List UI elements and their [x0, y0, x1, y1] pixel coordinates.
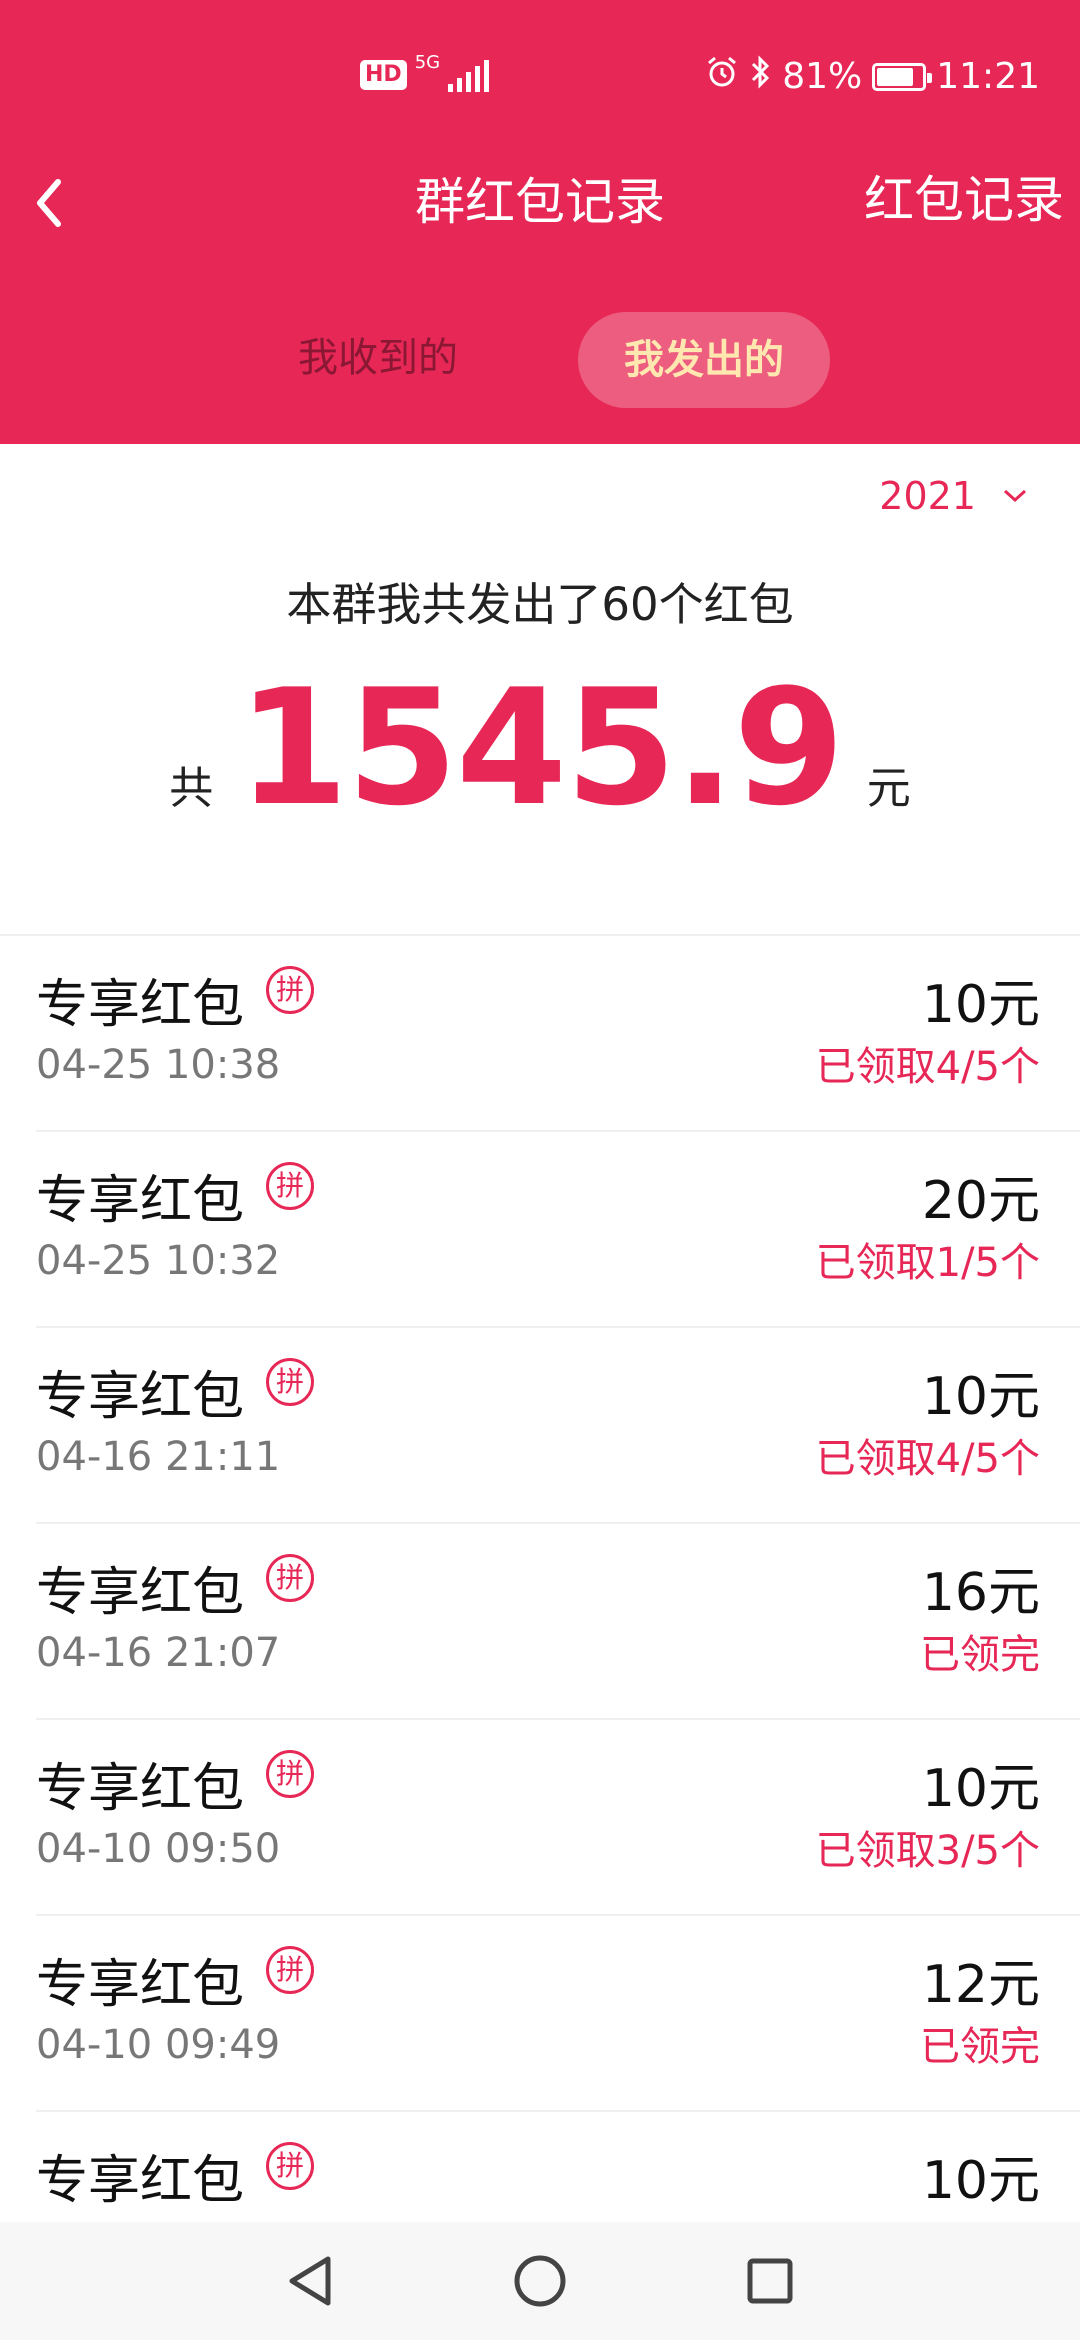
item-title: 专享红包: [36, 975, 245, 1035]
nav-home-icon: [514, 2255, 566, 2307]
red-packet-records-link[interactable]: 红包记录: [864, 168, 1064, 232]
item-title: 专享红包: [36, 1955, 245, 2015]
item-status: 已领取3/5个: [815, 1828, 1040, 1874]
clock: 11:21: [936, 56, 1040, 97]
group-badge-icon: 拼: [266, 1750, 314, 1798]
hd-icon: HD: [360, 60, 407, 90]
item-status: 已领完: [920, 2024, 1040, 2070]
year-selector[interactable]: 2021: [879, 474, 1028, 518]
battery-percent: 81%: [782, 56, 863, 97]
group-badge-icon: 拼: [266, 2142, 314, 2190]
item-amount: 10元: [921, 1759, 1040, 1819]
year-value: 2021: [879, 474, 976, 518]
nav-back-icon: [289, 2256, 331, 2306]
group-badge-icon: 拼: [266, 1554, 314, 1602]
item-amount: 10元: [921, 1367, 1040, 1427]
item-title: 专享红包: [36, 1563, 245, 1623]
system-nav-bar: [0, 2222, 1080, 2340]
item-status: 已领取1/5个: [815, 1240, 1040, 1286]
list-item[interactable]: 专享红包 拼 04-25 10:32 20元 已领取1/5个: [0, 1132, 1080, 1328]
header-bar: HD 5G 81% 11:21 群红包记录 红包记录 我收到的 我发出的: [0, 0, 1080, 444]
item-amount: 10元: [921, 975, 1040, 1035]
item-title: 专享红包: [36, 1171, 245, 1231]
group-badge-icon: 拼: [266, 966, 314, 1014]
bluetooth-icon: [750, 54, 772, 99]
item-title: 专享红包: [36, 1759, 245, 1819]
group-badge-icon: 拼: [266, 1162, 314, 1210]
total-unit: 元: [866, 763, 911, 814]
summary-text: 本群我共发出了60个红包: [286, 578, 794, 631]
item-time: 04-25 10:32: [36, 1238, 281, 1284]
nav-recents-icon: [747, 2258, 793, 2304]
item-amount: 10元: [921, 2151, 1040, 2211]
item-time: 04-16 21:07: [36, 1630, 281, 1676]
alarm-icon: [704, 54, 740, 99]
item-status: 已领取4/5个: [815, 1044, 1040, 1090]
tab-sent[interactable]: 我发出的: [578, 312, 830, 408]
red-packet-list: 专享红包 拼 04-25 10:38 10元 已领取4/5个 专享红包 拼 04…: [0, 936, 1080, 2308]
item-time: 04-10 09:49: [36, 2022, 281, 2068]
item-status: 已领取4/5个: [815, 1436, 1040, 1482]
item-amount: 20元: [921, 1171, 1040, 1231]
list-item[interactable]: 专享红包 拼 04-10 09:50 10元 已领取3/5个: [0, 1720, 1080, 1916]
status-bar: HD 5G 81% 11:21: [0, 0, 1080, 160]
item-status: 已领完: [920, 1632, 1040, 1678]
status-right: 81% 11:21: [704, 54, 1040, 99]
list-item[interactable]: 专享红包 拼 04-16 21:07 16元 已领完: [0, 1524, 1080, 1720]
network-label: 5G: [414, 52, 441, 73]
total-prefix: 共: [169, 763, 214, 814]
list-item[interactable]: 专享红包 拼 04-25 10:38 10元 已领取4/5个: [0, 936, 1080, 1132]
battery-fill: [877, 67, 914, 86]
chevron-down-icon: [1003, 489, 1027, 503]
list-item[interactable]: 专享红包 拼 04-16 21:11 10元 已领取4/5个: [0, 1328, 1080, 1524]
tab-received[interactable]: 我收到的: [268, 310, 488, 406]
nav-home-button[interactable]: [500, 2241, 580, 2321]
item-amount: 12元: [921, 1955, 1040, 2015]
signal-icon: [448, 58, 490, 92]
item-time: 04-10 09:50: [36, 1826, 281, 1872]
nav-recents-button[interactable]: [730, 2241, 810, 2321]
item-title: 专享红包: [36, 2151, 245, 2211]
total-amount-row: 共 1545.9 元: [0, 668, 1080, 828]
item-title: 专享红包: [36, 1367, 245, 1427]
battery-icon: [872, 62, 933, 91]
nav-back-button[interactable]: [270, 2241, 350, 2321]
item-time: 04-25 10:38: [36, 1042, 281, 1088]
group-badge-icon: 拼: [266, 1358, 314, 1406]
list-item[interactable]: 专享红包 拼 04-10 09:49 12元 已领完: [0, 1916, 1080, 2112]
status-left: HD 5G: [360, 54, 490, 92]
group-badge-icon: 拼: [266, 1946, 314, 1994]
item-amount: 16元: [921, 1563, 1040, 1623]
item-time: 04-16 21:11: [36, 1434, 281, 1480]
total-amount: 1545.9: [237, 654, 844, 841]
